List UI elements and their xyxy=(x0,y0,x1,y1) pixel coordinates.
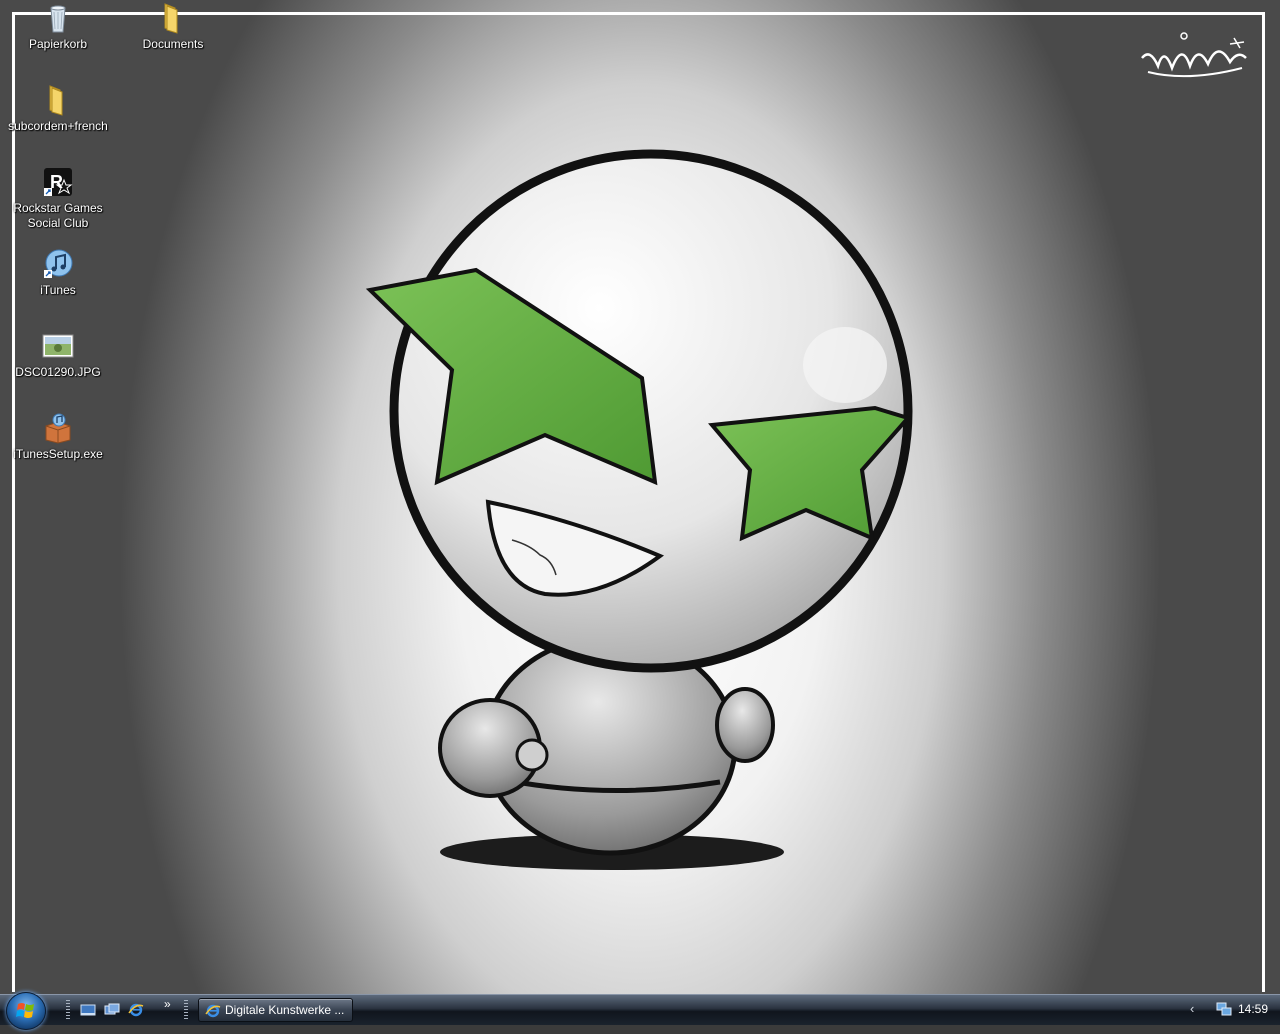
internet-explorer-icon xyxy=(205,1004,221,1018)
head-highlight xyxy=(803,327,887,403)
taskbar: » Digitale Kunstwerke ... ‹ 14:59 xyxy=(0,992,1280,1030)
desktop-icon-documents[interactable]: Documents xyxy=(118,2,228,52)
desktop-icon-itunes[interactable]: iTunes xyxy=(3,248,113,298)
switch-windows-icon[interactable] xyxy=(104,1002,120,1018)
desktop-wallpaper xyxy=(0,0,1280,994)
folder-icon xyxy=(49,85,63,116)
recycle-bin-icon xyxy=(50,5,66,33)
character-thumb xyxy=(515,738,549,772)
itunes-shortcut-icon xyxy=(44,249,73,278)
desktop-icon-rockstar-social-club[interactable]: R Rockstar Games Social Club xyxy=(3,166,113,231)
network-status-icon[interactable] xyxy=(1216,1001,1232,1017)
graffiti-signature-logo xyxy=(1141,32,1247,78)
desktop-icon-papierkorb[interactable]: Papierkorb xyxy=(3,2,113,52)
taskbar-window-title: Digitale Kunstwerke ... xyxy=(225,1003,345,1017)
desktop-icon-itunessetup[interactable]: iTunesSetup.exe xyxy=(3,412,113,462)
taskbar-grip[interactable] xyxy=(66,1000,70,1020)
quick-launch-overflow-button[interactable]: » xyxy=(164,997,171,1011)
installer-icon xyxy=(45,413,71,444)
taskbar-window-button[interactable]: Digitale Kunstwerke ... xyxy=(198,998,353,1022)
desktop-icon-label: Rockstar Games Social Club xyxy=(13,201,103,230)
desktop-icon-label: subcordem+french xyxy=(8,119,108,133)
taskbar-grip[interactable] xyxy=(184,1000,188,1020)
internet-explorer-icon[interactable] xyxy=(128,1002,144,1018)
character-right-hand xyxy=(715,687,775,763)
wallpaper-character-illustration xyxy=(365,149,913,870)
desktop-icon-label: iTunesSetup.exe xyxy=(13,447,103,461)
image-file-icon xyxy=(42,334,74,358)
desktop-icon-label: Papierkorb xyxy=(28,37,88,51)
desktop-icon-label: iTunes xyxy=(40,283,76,297)
desktop-icon-dsc01290[interactable]: DSC01290.JPG xyxy=(3,330,113,380)
rockstar-icon: R xyxy=(44,168,73,196)
desktop-icon-subcordem-french[interactable]: subcordem+french xyxy=(3,84,113,134)
taskbar-clock[interactable]: 14:59 xyxy=(1238,1002,1268,1016)
desktop-icon-label: DSC01290.JPG xyxy=(15,365,101,379)
start-button[interactable] xyxy=(6,992,46,1030)
tray-show-hidden-icons-button[interactable]: ‹ xyxy=(1190,1001,1194,1016)
show-desktop-icon[interactable] xyxy=(80,1002,96,1018)
folder-icon xyxy=(164,3,178,34)
desktop-icon-label: Documents xyxy=(142,37,204,51)
